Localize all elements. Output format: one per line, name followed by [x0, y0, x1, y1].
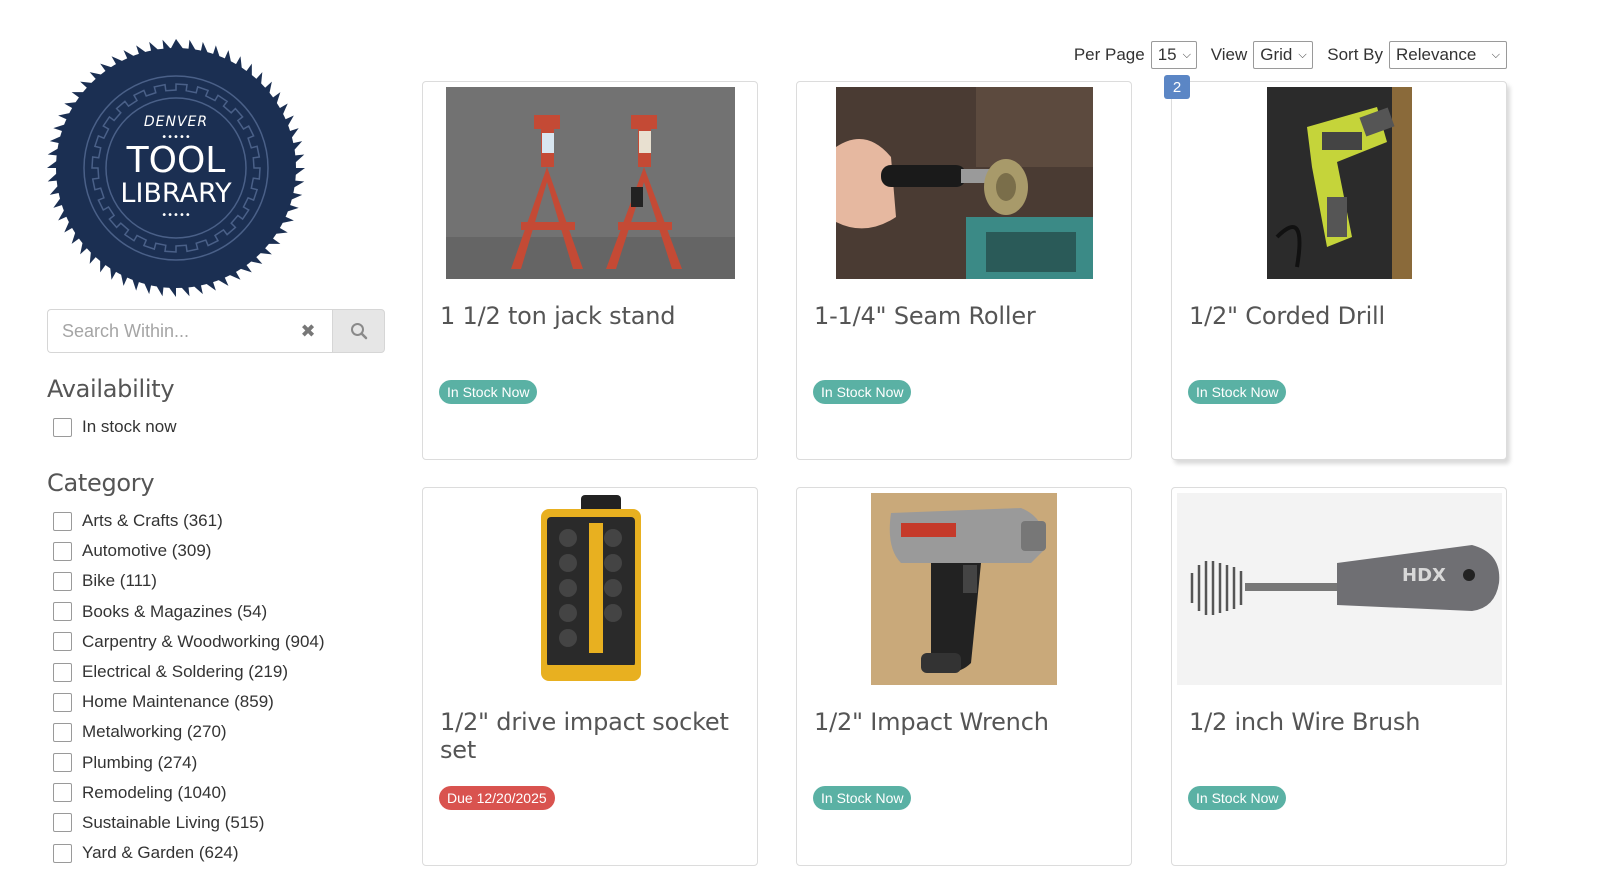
- tool-library-logo[interactable]: DENVER ••••• TOOL LIBRARY •••••: [47, 39, 305, 297]
- category-option-label: Yard & Garden (624): [82, 843, 239, 863]
- category-option-label: Arts & Crafts (361): [82, 511, 223, 531]
- wire-brush-photo: HDX: [1177, 493, 1502, 685]
- item-title[interactable]: 1-1/4" Seam Roller: [814, 302, 1036, 330]
- item-card[interactable]: HDX 1/2 inch Wire Brush In Stock Now: [1171, 487, 1507, 866]
- facet-option-label: In stock now: [82, 417, 177, 437]
- sort-value: Relevance: [1396, 45, 1477, 64]
- corded-drill-photo: [1267, 87, 1412, 279]
- svg-text:•••••: •••••: [161, 210, 191, 221]
- status-badge: In Stock Now: [813, 380, 912, 404]
- svg-text:HDX: HDX: [1402, 565, 1446, 586]
- category-checkbox[interactable]: [53, 692, 72, 712]
- chevron-down-icon: ⌵: [1182, 48, 1191, 61]
- category-option-label: Automotive (309): [82, 541, 212, 561]
- category-option[interactable]: Home Maintenance (859): [53, 687, 325, 717]
- item-card[interactable]: 1/2" Corded Drill In Stock Now: [1171, 81, 1507, 460]
- category-option-label: Plumbing (274): [82, 752, 198, 772]
- category-option-label: Remodeling (1040): [82, 782, 227, 802]
- category-option-label: Metalworking (270): [82, 722, 227, 742]
- view-label: View: [1210, 45, 1248, 64]
- per-page-value: 15: [1157, 45, 1177, 64]
- item-card[interactable]: 1 1/2 ton jack stand In Stock Now: [422, 81, 758, 460]
- view-value: Grid: [1260, 45, 1293, 64]
- category-option[interactable]: Sustainable Living (515): [53, 808, 325, 838]
- category-option[interactable]: Automotive (309): [53, 536, 325, 566]
- search-button[interactable]: [332, 309, 385, 353]
- category-option-label: Bike (111): [82, 571, 157, 591]
- item-card[interactable]: 1/2" Impact Wrench In Stock Now: [796, 487, 1132, 866]
- search-field-container: ✖: [47, 309, 332, 353]
- category-option-label: Books & Magazines (54): [82, 601, 268, 621]
- item-card[interactable]: 1-1/4" Seam Roller In Stock Now: [796, 81, 1132, 460]
- facet-option-in-stock[interactable]: In stock now: [53, 412, 177, 442]
- socket-set-photo: [523, 493, 683, 685]
- category-checkbox[interactable]: [53, 632, 72, 652]
- item-title[interactable]: 1/2" Impact Wrench: [814, 708, 1049, 736]
- results-toolbar: Per Page 15 ⌵ View Grid ⌵ Sort By Relevanc…: [1074, 41, 1507, 69]
- jack-stands-photo: [446, 87, 735, 279]
- category-checkbox[interactable]: [53, 813, 72, 833]
- category-checkbox[interactable]: [53, 571, 72, 591]
- status-badge: In Stock Now: [1188, 786, 1287, 810]
- impact-wrench-photo: [871, 493, 1057, 685]
- sort-label: Sort By: [1327, 45, 1383, 64]
- search-input[interactable]: [62, 320, 298, 342]
- category-option[interactable]: Plumbing (274): [53, 748, 325, 778]
- category-option-label: Electrical & Soldering (219): [82, 662, 288, 682]
- item-card[interactable]: 1/2" drive impact socket set Due 12/20/2…: [422, 487, 758, 866]
- category-option[interactable]: Yard & Garden (624): [53, 838, 325, 868]
- logo-sawblade-icon: DENVER ••••• TOOL LIBRARY •••••: [47, 39, 305, 297]
- category-option[interactable]: Carpentry & Woodworking (904): [53, 627, 325, 657]
- search-icon: [350, 323, 367, 340]
- svg-text:TOOL: TOOL: [126, 140, 226, 181]
- category-option[interactable]: Books & Magazines (54): [53, 597, 325, 627]
- category-checkbox[interactable]: [53, 662, 72, 682]
- category-checkbox[interactable]: [53, 511, 72, 531]
- category-option[interactable]: Bike (111): [53, 566, 325, 596]
- chevron-down-icon: ⌵: [1491, 48, 1500, 61]
- status-badge: Due 12/20/2025: [439, 786, 555, 810]
- item-title[interactable]: 1/2" Corded Drill: [1189, 302, 1385, 330]
- category-checkbox[interactable]: [53, 753, 72, 773]
- category-checkbox[interactable]: [53, 541, 72, 561]
- in-stock-checkbox[interactable]: [53, 417, 72, 437]
- view-select[interactable]: Grid ⌵: [1253, 41, 1314, 69]
- page-number-badge: 2: [1164, 75, 1190, 99]
- availability-list: In stock now: [53, 412, 177, 442]
- category-checkbox[interactable]: [53, 602, 72, 622]
- category-option-label: Carpentry & Woodworking (904): [82, 631, 325, 651]
- status-badge: In Stock Now: [439, 380, 538, 404]
- item-title[interactable]: 1/2" drive impact socket set: [440, 708, 757, 764]
- per-page-select[interactable]: 15 ⌵: [1150, 41, 1197, 69]
- sort-select[interactable]: Relevance ⌵: [1389, 41, 1507, 69]
- svg-text:LIBRARY: LIBRARY: [120, 178, 232, 209]
- category-checkbox[interactable]: [53, 843, 72, 863]
- category-checkbox[interactable]: [53, 722, 72, 742]
- category-option[interactable]: Remodeling (1040): [53, 778, 325, 808]
- status-badge: In Stock Now: [813, 786, 912, 810]
- item-title[interactable]: 1 1/2 ton jack stand: [440, 302, 675, 330]
- category-option[interactable]: Metalworking (270): [53, 717, 325, 747]
- category-option[interactable]: Arts & Crafts (361): [53, 506, 325, 536]
- status-badge: In Stock Now: [1188, 380, 1287, 404]
- category-list: Arts & Crafts (361) Automotive (309) Bik…: [53, 506, 325, 868]
- svg-text:DENVER: DENVER: [144, 114, 208, 130]
- per-page-label: Per Page: [1073, 45, 1145, 64]
- category-heading: Category: [47, 469, 155, 497]
- category-checkbox[interactable]: [53, 783, 72, 803]
- category-option-label: Sustainable Living (515): [82, 812, 265, 832]
- availability-heading: Availability: [47, 375, 175, 403]
- category-option[interactable]: Electrical & Soldering (219): [53, 657, 325, 687]
- category-option-label: Home Maintenance (859): [82, 692, 274, 712]
- chevron-down-icon: ⌵: [1298, 48, 1307, 61]
- seam-roller-photo: [836, 87, 1093, 279]
- search-within: ✖: [47, 309, 385, 353]
- item-title[interactable]: 1/2 inch Wire Brush: [1189, 708, 1420, 736]
- clear-search-icon[interactable]: ✖: [298, 321, 318, 341]
